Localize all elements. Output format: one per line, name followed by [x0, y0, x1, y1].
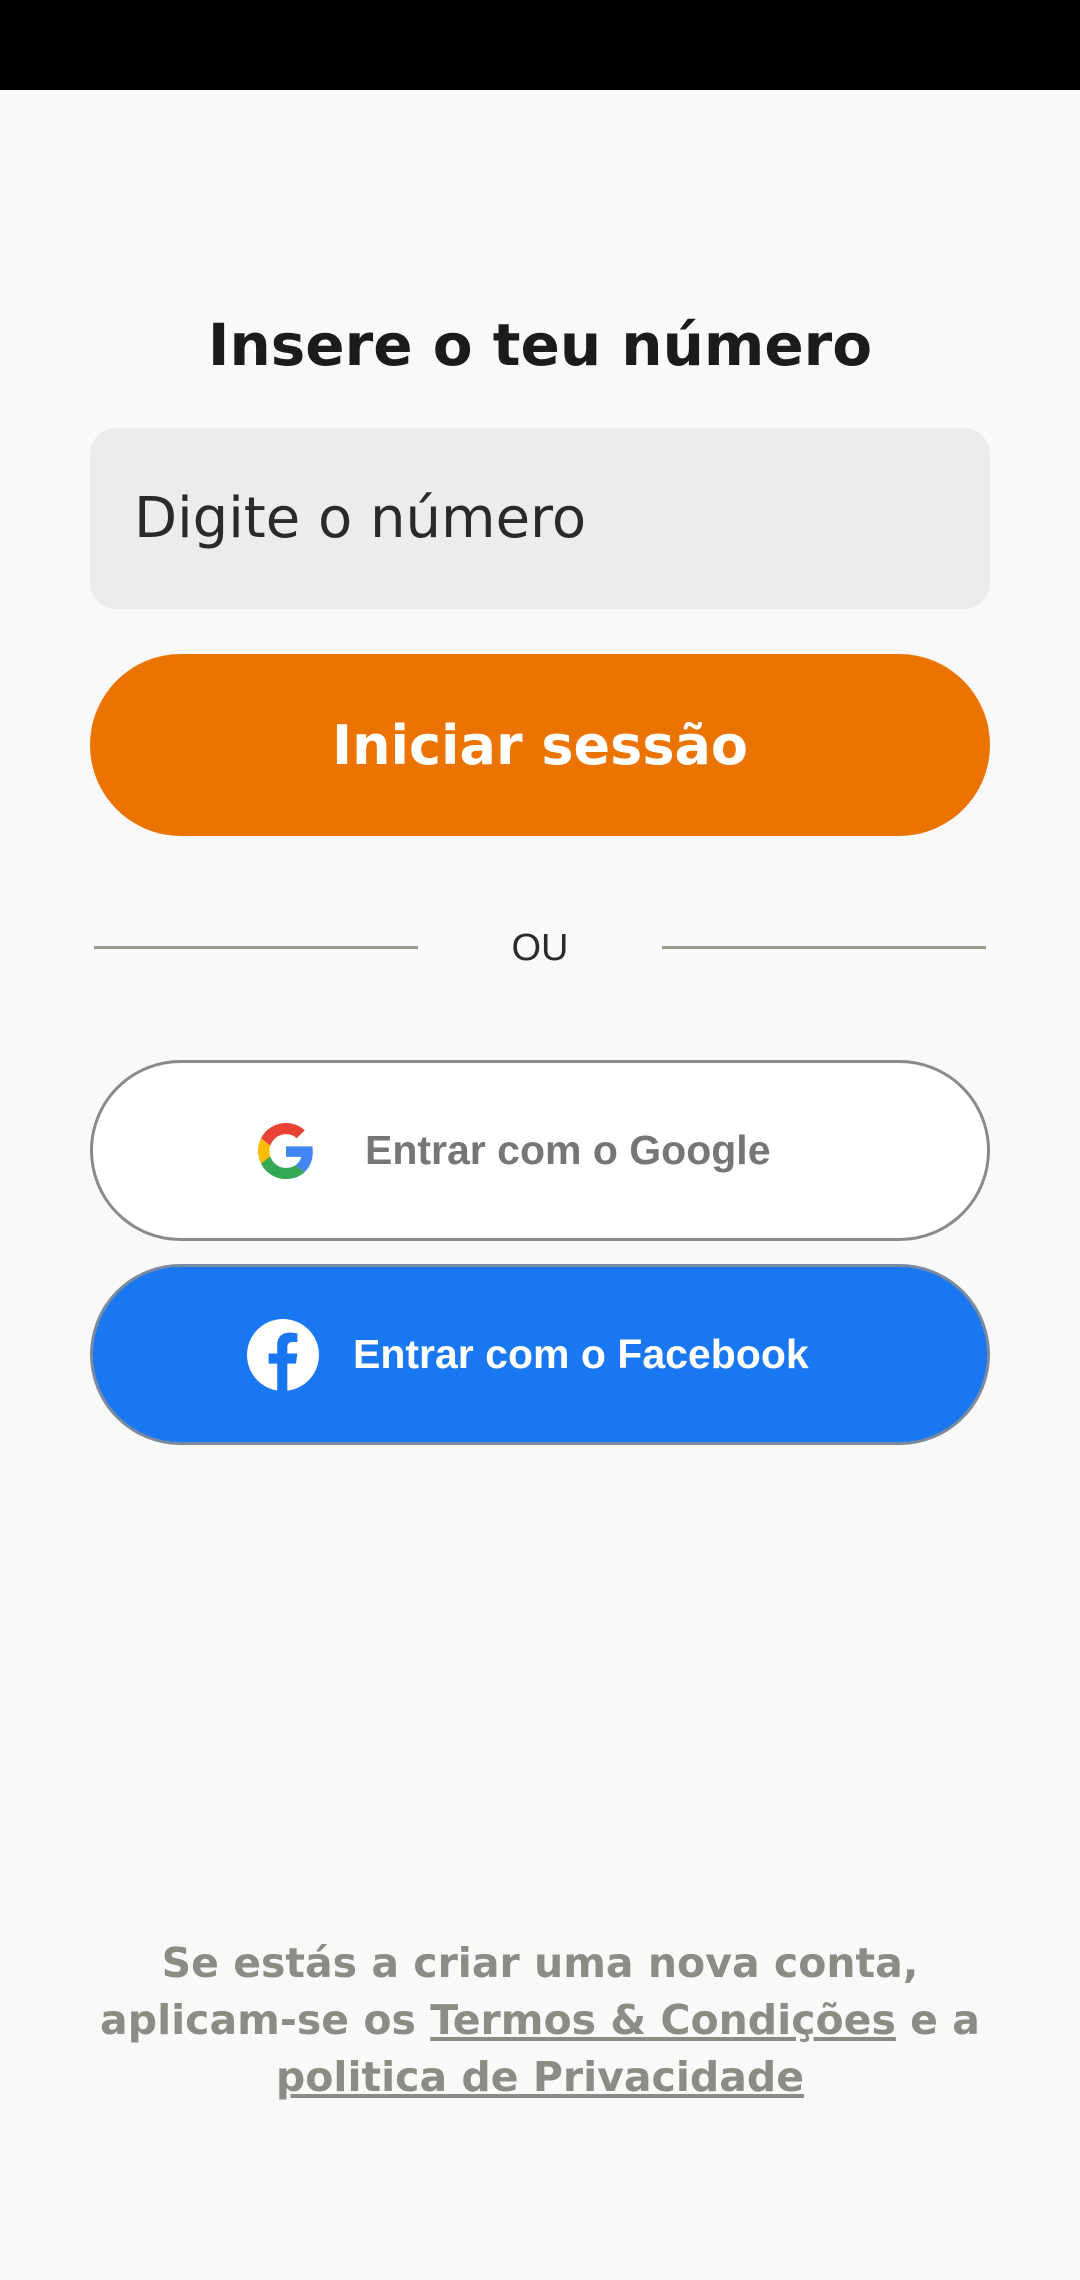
facebook-login-button[interactable]: Entrar com o Facebook — [90, 1264, 990, 1445]
terms-notice: Se estás a criar uma nova conta, aplicam… — [90, 1935, 990, 2106]
google-login-button[interactable]: Entrar com o Google — [90, 1060, 990, 1241]
login-button[interactable]: Iniciar sessão — [90, 654, 990, 836]
status-bar — [0, 0, 1080, 90]
facebook-logo-icon — [247, 1319, 319, 1391]
google-logo-icon — [258, 1123, 313, 1179]
divider-line-right — [662, 946, 986, 949]
privacy-policy-link[interactable]: politica de Privacidade — [276, 2053, 804, 2101]
page-title: Insere o teu número — [207, 311, 873, 379]
google-login-label: Entrar com o Google — [365, 1127, 771, 1173]
terms-text-middle: e a — [895, 1996, 980, 2044]
facebook-login-label: Entrar com o Facebook — [353, 1331, 809, 1377]
phone-number-input[interactable] — [90, 428, 990, 609]
terms-link[interactable]: Termos & Condições — [430, 1996, 896, 2044]
